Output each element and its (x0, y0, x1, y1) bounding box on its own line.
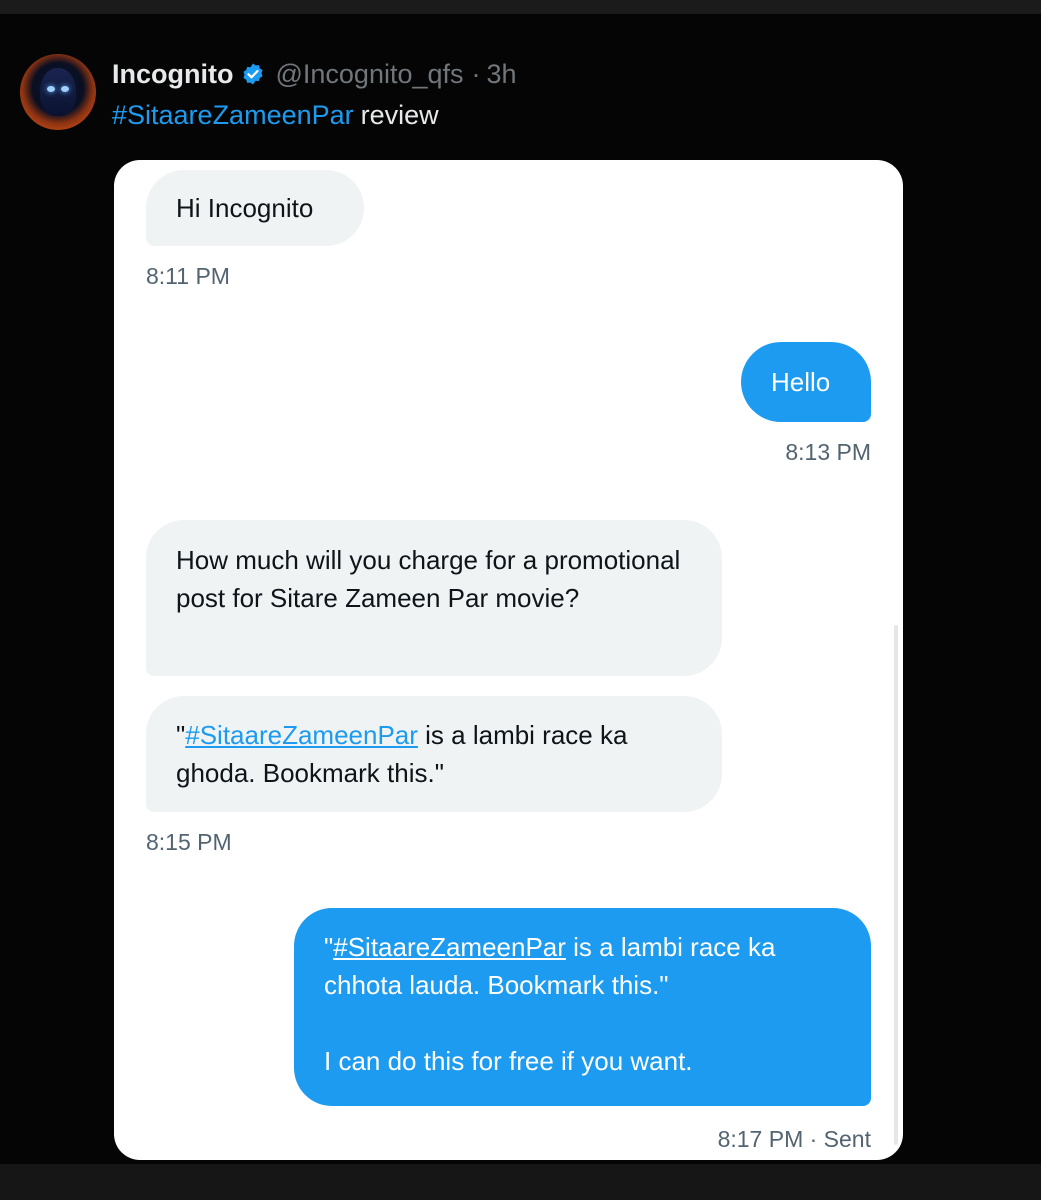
avatar-face (40, 68, 76, 116)
message-bubble-incoming: How much will you charge for a promotion… (146, 520, 722, 676)
message-bubble-incoming: Hi Incognito (146, 170, 364, 246)
message-bubble-outgoing: Hello (741, 342, 871, 422)
author-handle[interactable]: @Incognito_qfs (275, 59, 463, 90)
post-text-body: review (360, 99, 439, 130)
hashtag-link[interactable]: #SitaareZameenPar (185, 720, 418, 750)
post-header: Incognito @Incognito_qfs · 3h (112, 56, 517, 92)
post-age[interactable]: 3h (487, 59, 517, 90)
avatar-eye (61, 86, 69, 92)
post-text: #SitaareZameenPar review (112, 98, 439, 132)
message-bubble-outgoing: "#SitaareZameenPar is a lambi race ka ch… (294, 908, 871, 1106)
message-timestamp: 8:13 PM (785, 439, 871, 465)
hashtag-link[interactable]: #SitaareZameenPar (333, 932, 566, 962)
quote-mark: " (176, 720, 186, 750)
message-timestamp: 8:17 PM · Sent (717, 1126, 871, 1152)
message-text: How much will you charge for a promotion… (176, 545, 681, 613)
post[interactable]: Incognito @Incognito_qfs · 3h #SitaareZa… (0, 14, 1041, 1164)
message-timestamp: 8:11 PM (146, 263, 230, 289)
message-timestamp: 8:15 PM (146, 829, 232, 855)
message-text: Hi Incognito (176, 193, 314, 223)
dm-screenshot-image[interactable]: Hi Incognito 8:11 PM Hello 8:13 PM How m… (114, 160, 903, 1160)
message-text: Hello (771, 367, 831, 397)
message-text: I can do this for free if you want. (324, 1046, 693, 1076)
top-edge (0, 0, 1041, 14)
avatar-eye (47, 86, 55, 92)
bottom-edge (0, 1164, 1041, 1200)
hashtag-link[interactable]: #SitaareZameenPar (112, 100, 354, 131)
avatar[interactable] (20, 54, 96, 130)
author-name[interactable]: Incognito (112, 59, 233, 90)
scrollbar[interactable] (894, 625, 898, 1145)
message-bubble-incoming: "#SitaareZameenPar is a lambi race ka gh… (146, 696, 722, 812)
meta-separator: · (471, 58, 481, 89)
quote-mark: " (324, 932, 334, 962)
verified-badge-icon (241, 62, 265, 86)
